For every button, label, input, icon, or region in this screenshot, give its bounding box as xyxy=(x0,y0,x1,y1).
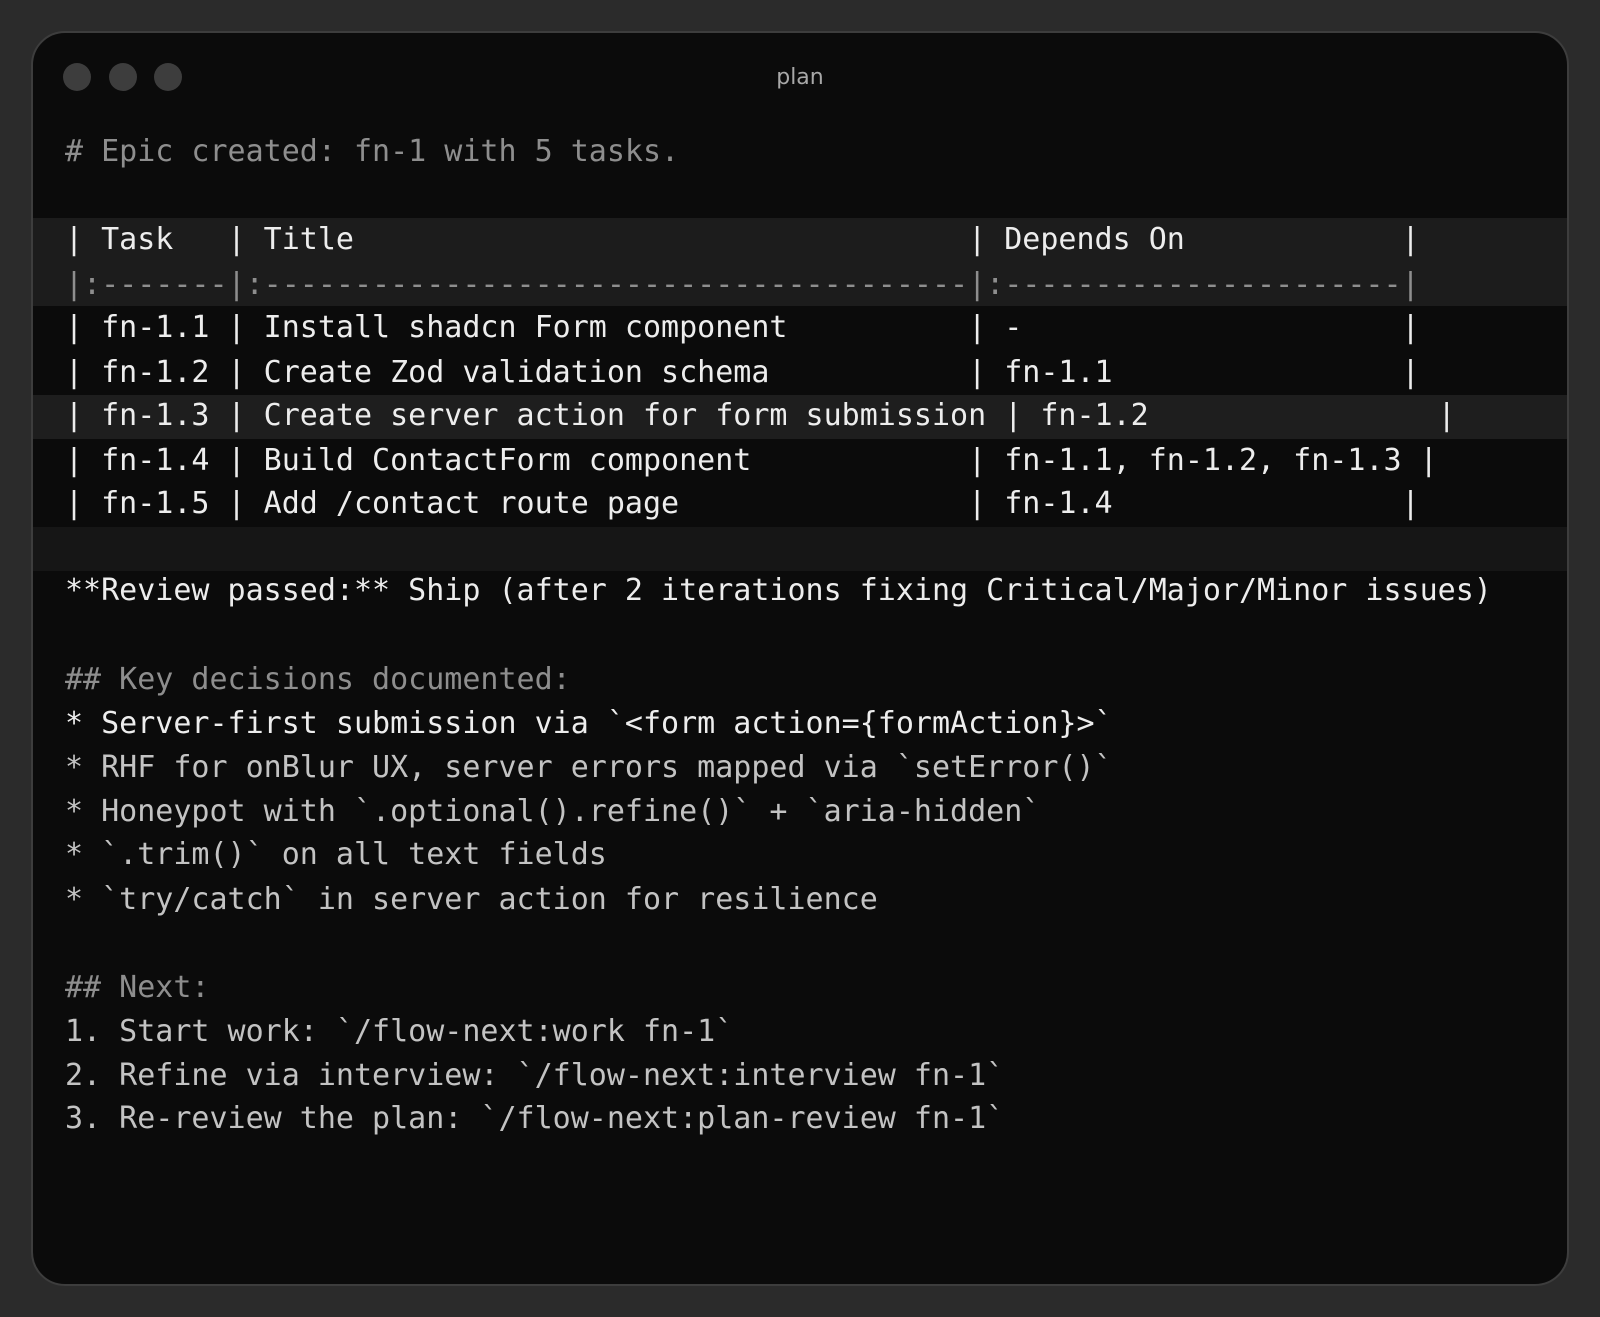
table-row: | fn-1.3 | Create server action for form… xyxy=(65,398,1456,433)
terminal-window: plan # Epic created: fn-1 with 5 tasks. … xyxy=(31,31,1569,1286)
title-bar: plan xyxy=(33,33,1567,123)
table-separator-row: |:-------|:-----------------------------… xyxy=(65,267,1420,302)
table-header-row: | Task | Title | Depends On | xyxy=(65,222,1420,257)
table-row: | fn-1.1 | Install shadcn Form component… xyxy=(65,310,1420,345)
table-footer-band xyxy=(33,527,1567,571)
key-decisions-heading: ## Key decisions documented: xyxy=(65,662,571,697)
review-passed-line: **Review passed:** Ship (after 2 iterati… xyxy=(65,573,1492,608)
window-title: plan xyxy=(776,65,824,90)
table-row: | fn-1.5 | Add /contact route page | fn-… xyxy=(65,486,1420,521)
table-row: | fn-1.4 | Build ContactForm component |… xyxy=(65,443,1438,478)
table-row: | fn-1.2 | Create Zod validation schema … xyxy=(65,355,1420,390)
next-step-item: 2. Refine via interview: `/flow-next:int… xyxy=(65,1058,1005,1093)
decision-item: * `.trim()` on all text fields xyxy=(65,837,607,872)
next-step-item: 3. Re-review the plan: `/flow-next:plan-… xyxy=(65,1101,1005,1136)
epic-created-line: # Epic created: fn-1 with 5 tasks. xyxy=(65,134,680,169)
decision-item: * Honeypot with `.optional().refine()` +… xyxy=(65,794,1041,829)
next-heading: ## Next: xyxy=(65,970,210,1005)
decision-item: * RHF for onBlur UX, server errors mappe… xyxy=(65,750,1113,785)
decision-item: * Server-first submission via `<form act… xyxy=(65,706,1113,741)
next-step-item: 1. Start work: `/flow-next:work fn-1` xyxy=(65,1014,734,1049)
decision-item: * `try/catch` in server action for resil… xyxy=(65,882,878,917)
